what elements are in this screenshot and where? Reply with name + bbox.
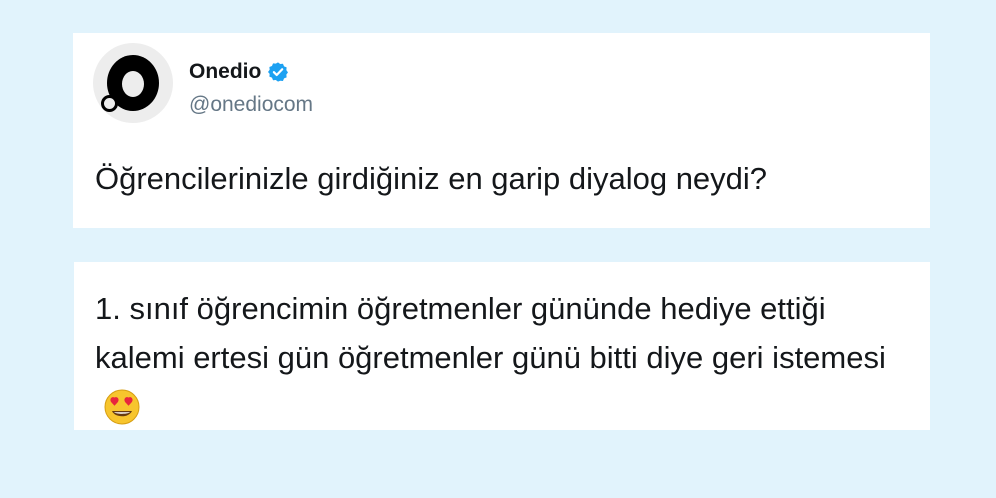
avatar-logo-dot	[101, 95, 118, 112]
reply-text-block: 1. sınıf öğrencimin öğretmenler gününde …	[95, 284, 915, 431]
avatar-logo-hole	[122, 71, 144, 97]
heart-eyes-emoji-icon	[101, 385, 143, 427]
user-handle[interactable]: @onediocom	[189, 93, 313, 117]
reply-card: 1. sınıf öğrencimin öğretmenler gününde …	[74, 262, 930, 430]
tweet-card: Onedio @onediocom Öğrencilerinizle girdi…	[73, 33, 930, 228]
user-info: Onedio @onediocom	[189, 59, 313, 117]
name-row: Onedio	[189, 59, 313, 85]
tweet-text: Öğrencilerinizle girdiğiniz en garip diy…	[95, 161, 768, 196]
reply-text: 1. sınıf öğrencimin öğretmenler gününde …	[95, 291, 886, 375]
display-name[interactable]: Onedio	[189, 60, 261, 84]
verified-badge-icon	[267, 61, 289, 83]
onedio-logo-icon[interactable]	[93, 43, 173, 123]
